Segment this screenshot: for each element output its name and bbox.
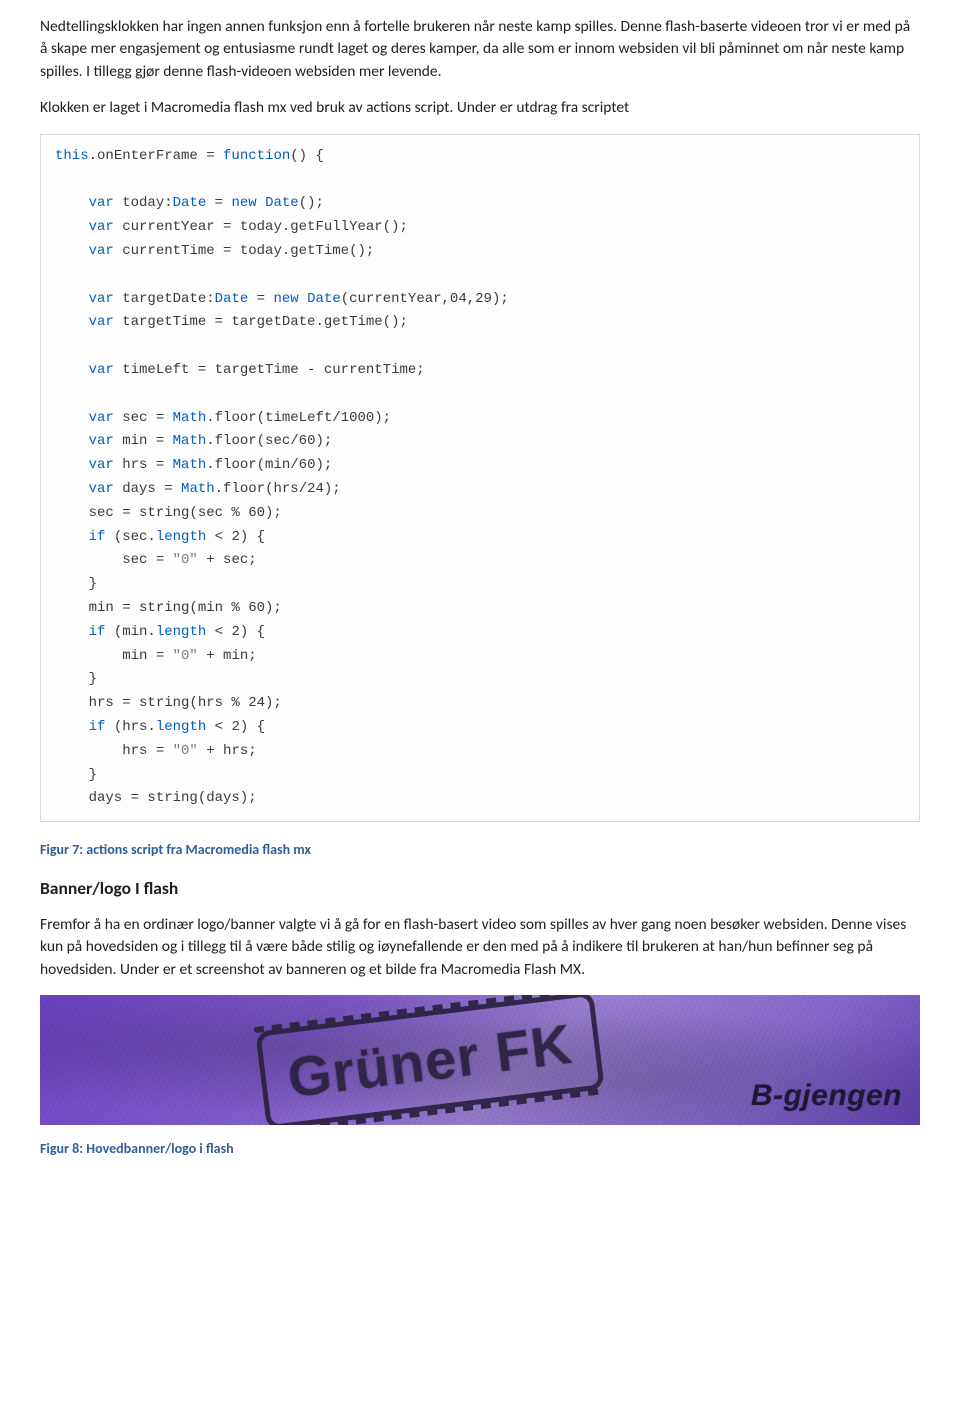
code-token: < 2) { [206,719,265,735]
second-paragraph: Klokken er laget i Macromedia flash mx v… [40,97,920,119]
code-token: currentYear = today.getFullYear(); [114,219,408,235]
code-token: new [231,195,256,211]
code-token [55,195,89,211]
code-token: new [273,291,298,307]
code-token: days = string(days); [55,790,257,806]
code-token [299,291,307,307]
code-token: (sec. [105,529,155,545]
code-token: sec = [114,410,173,426]
code-token: .floor(timeLeft/1000); [206,410,391,426]
code-token: Math [173,410,207,426]
code-token: days = [114,481,181,497]
code-token: sec = string(sec % 60); [55,505,282,521]
code-token: min = [114,433,173,449]
code-token: var [89,219,114,235]
code-token: Math [181,481,215,497]
code-token: length [156,529,206,545]
code-token: } [55,767,97,783]
code-token: .onEnterFrame = [89,148,223,164]
banner-paragraph: Fremfor å ha en ordinær logo/banner valg… [40,914,920,981]
banner-stamp-text: Grüner FK [255,995,604,1125]
code-token: Date [215,291,249,307]
code-token: () { [290,148,324,164]
code-token [55,314,89,330]
code-token [55,291,89,307]
code-token: var [89,314,114,330]
code-token: if [89,529,106,545]
actionscript-code-box: this.onEnterFrame = function() { var tod… [40,134,920,822]
code-token [55,362,89,378]
code-token: timeLeft = targetTime - currentTime; [114,362,425,378]
code-token: + hrs; [198,743,257,759]
code-token [55,243,89,259]
code-token: var [89,410,114,426]
code-token: targetTime = targetDate.getTime(); [114,314,408,330]
code-token [55,624,89,640]
code-token: (currentYear,04,29); [341,291,509,307]
code-token: Date [265,195,299,211]
code-token [55,219,89,235]
code-token: + sec; [198,552,257,568]
code-token: Date [173,195,207,211]
intro-paragraph: Nedtellingsklokken har ingen annen funks… [40,16,920,83]
code-token: length [156,719,206,735]
code-token: function [223,148,290,164]
code-token: var [89,481,114,497]
code-token: var [89,457,114,473]
code-token: .floor(min/60); [206,457,332,473]
code-token [257,195,265,211]
figure-8-caption: Figur 8: Hovedbanner/logo i flash [40,1139,920,1159]
code-token: (); [299,195,324,211]
code-token: hrs = [55,743,173,759]
code-token: length [156,624,206,640]
code-token: (min. [105,624,155,640]
code-token: "0" [173,648,198,664]
banner-section-heading: Banner/logo I flash [40,876,920,901]
code-token: var [89,362,114,378]
code-token: var [89,433,114,449]
code-token: min = [55,648,173,664]
code-token: hrs = string(hrs % 24); [55,695,282,711]
code-token [55,433,89,449]
code-token [55,481,89,497]
code-token: "0" [173,743,198,759]
code-token [55,719,89,735]
code-token: currentTime = today.getTime(); [114,243,374,259]
code-token: = [248,291,273,307]
code-token: hrs = [114,457,173,473]
code-token: "0" [173,552,198,568]
code-token: .floor(sec/60); [206,433,332,449]
code-token: } [55,576,97,592]
code-token: Date [307,291,341,307]
flash-banner-screenshot: Grüner FK B-gjengen [40,995,920,1125]
code-token [55,457,89,473]
code-token: < 2) { [206,624,265,640]
code-token: .floor(hrs/24); [215,481,341,497]
code-token: < 2) { [206,529,265,545]
code-token: var [89,243,114,259]
code-token: (hrs. [105,719,155,735]
code-token [55,410,89,426]
banner-subbrand-text: B-gjengen [751,1074,902,1118]
code-token: } [55,671,97,687]
code-token: today: [114,195,173,211]
code-token: sec = [55,552,173,568]
code-token: Math [173,457,207,473]
code-token: var [89,291,114,307]
code-token: var [89,195,114,211]
code-token: Math [173,433,207,449]
figure-7-caption: Figur 7: actions script fra Macromedia f… [40,840,920,860]
code-token: + min; [198,648,257,664]
code-token: this [55,148,89,164]
code-token [55,529,89,545]
code-token: if [89,624,106,640]
code-token: min = string(min % 60); [55,600,282,616]
code-token: = [206,195,231,211]
code-token: if [89,719,106,735]
code-token: targetDate: [114,291,215,307]
